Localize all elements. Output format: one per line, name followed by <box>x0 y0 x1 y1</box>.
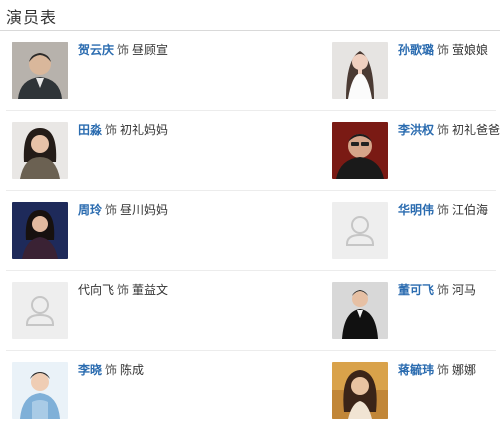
actor-name: 代向飞 <box>78 283 115 297</box>
actor-photo[interactable] <box>12 122 68 179</box>
plays-label: 饰 <box>105 123 118 137</box>
role-name: 初礼妈妈 <box>120 123 169 137</box>
cast-item: 蒋毓玮饰娜娜 <box>320 351 500 430</box>
photo-icon <box>12 42 68 99</box>
plays-label: 饰 <box>437 363 450 377</box>
photo-icon <box>332 282 388 339</box>
cast-credit: 周玲饰昼川妈妈 <box>78 203 168 217</box>
plays-label: 饰 <box>437 123 450 137</box>
actor-name-link[interactable]: 李洪权 <box>398 123 434 137</box>
cast-credit: 代向飞饰董益文 <box>78 283 168 297</box>
photo-icon <box>12 202 68 259</box>
actor-name-link[interactable]: 孙歌璐 <box>398 43 434 57</box>
actor-photo[interactable] <box>12 362 68 419</box>
photo-icon <box>12 122 68 179</box>
photo-icon <box>332 362 388 419</box>
cast-item: 李洪权饰初礼爸爸 <box>320 111 500 191</box>
actor-photo[interactable] <box>332 362 388 419</box>
photo-icon <box>332 42 388 99</box>
plays-label: 饰 <box>437 43 450 57</box>
actor-name-link[interactable]: 田淼 <box>78 123 102 137</box>
actor-photo[interactable] <box>332 202 388 259</box>
cast-row: 代向飞饰董益文 董可飞饰河马 <box>0 271 500 351</box>
actor-photo[interactable] <box>12 202 68 259</box>
cast-row: 田淼饰初礼妈妈 李洪权饰初礼爸爸 <box>0 111 500 191</box>
role-name: 昼顾宣 <box>132 43 169 57</box>
actor-photo[interactable] <box>332 42 388 99</box>
plays-label: 饰 <box>437 283 450 297</box>
role-name: 初礼爸爸 <box>452 123 500 137</box>
role-name: 河马 <box>452 283 477 297</box>
actor-photo[interactable] <box>332 282 388 339</box>
cast-row: 李晓饰陈成 蒋毓玮饰娜娜 <box>0 351 500 430</box>
cast-item: 代向飞饰董益文 <box>0 271 250 351</box>
cast-credit: 贺云庆饰昼顾宣 <box>78 43 168 57</box>
page-title: 演员表 <box>6 8 58 27</box>
plays-label: 饰 <box>117 43 130 57</box>
cast-item: 贺云庆饰昼顾宣 <box>0 31 250 111</box>
role-name: 陈成 <box>120 363 145 377</box>
actor-name-link[interactable]: 蒋毓玮 <box>398 363 434 377</box>
cast-item: 董可飞饰河马 <box>320 271 500 351</box>
cast-item: 孙歌璐饰萤娘娘 <box>320 31 500 111</box>
role-name: 江伯海 <box>452 203 489 217</box>
actor-name-link[interactable]: 周玲 <box>78 203 102 217</box>
photo-icon <box>12 362 68 419</box>
cast-credit: 李洪权饰初礼爸爸 <box>398 123 500 137</box>
placeholder-avatar-icon <box>332 202 388 259</box>
cast-credit: 孙歌璐饰萤娘娘 <box>398 43 488 57</box>
cast-credit: 蒋毓玮饰娜娜 <box>398 363 476 377</box>
plays-label: 饰 <box>105 363 118 377</box>
role-name: 娜娜 <box>452 363 477 377</box>
actor-name-link[interactable]: 李晓 <box>78 363 102 377</box>
cast-item: 周玲饰昼川妈妈 <box>0 191 250 271</box>
cast-credit: 华明伟饰江伯海 <box>398 203 488 217</box>
cast-item: 田淼饰初礼妈妈 <box>0 111 250 191</box>
actor-name-link[interactable]: 贺云庆 <box>78 43 114 57</box>
actor-name-link[interactable]: 董可飞 <box>398 283 434 297</box>
cast-item: 华明伟饰江伯海 <box>320 191 500 271</box>
placeholder-avatar-icon <box>12 282 68 339</box>
role-name: 萤娘娘 <box>452 43 489 57</box>
actor-photo[interactable] <box>12 42 68 99</box>
actor-name-link[interactable]: 华明伟 <box>398 203 434 217</box>
cast-item: 李晓饰陈成 <box>0 351 250 430</box>
cast-credit: 李晓饰陈成 <box>78 363 144 377</box>
plays-label: 饰 <box>117 283 130 297</box>
role-name: 昼川妈妈 <box>120 203 169 217</box>
photo-icon <box>332 122 388 179</box>
role-name: 董益文 <box>132 283 169 297</box>
cast-row: 贺云庆饰昼顾宣 孙歌璐饰萤娘娘 <box>0 31 500 111</box>
plays-label: 饰 <box>437 203 450 217</box>
cast-credit: 董可飞饰河马 <box>398 283 476 297</box>
plays-label: 饰 <box>105 203 118 217</box>
actor-photo[interactable] <box>332 122 388 179</box>
actor-photo[interactable] <box>12 282 68 339</box>
cast-row: 周玲饰昼川妈妈 华明伟饰江伯海 <box>0 191 500 271</box>
cast-credit: 田淼饰初礼妈妈 <box>78 123 168 137</box>
